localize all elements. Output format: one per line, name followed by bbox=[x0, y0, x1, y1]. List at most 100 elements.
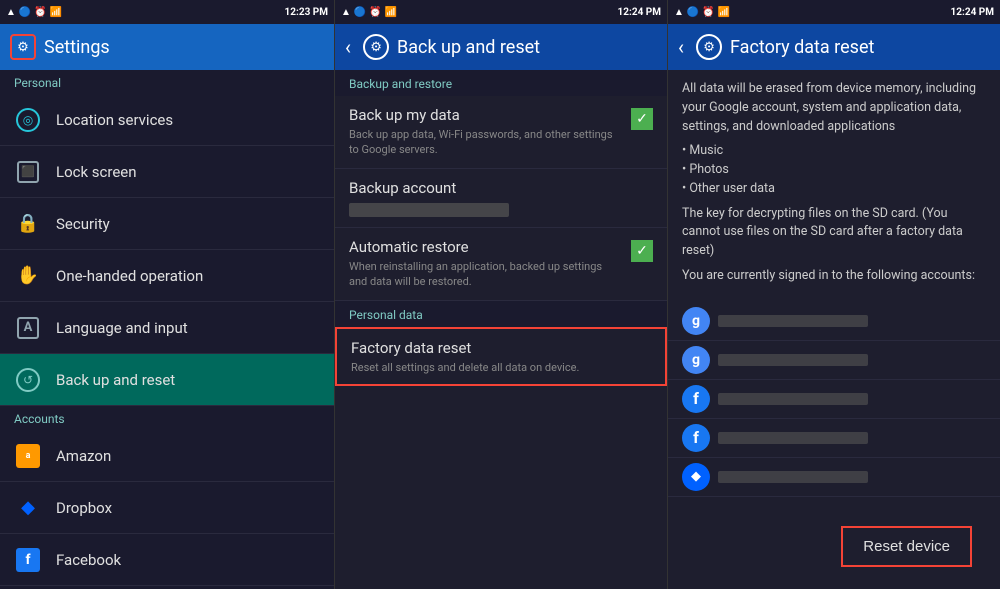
data-item-music: Music bbox=[682, 142, 986, 161]
back-arrow-2[interactable]: ‹ bbox=[345, 35, 351, 59]
status-left-3: ▲ 🔵 ⏰ 📶 bbox=[674, 7, 730, 18]
alarm-icon-2: ⏰ bbox=[369, 7, 381, 18]
security-label: Security bbox=[56, 215, 110, 233]
sd-card-text: The key for decrypting files on the SD c… bbox=[682, 205, 986, 261]
wifi-icon: 📶 bbox=[50, 7, 62, 18]
amazon-icon: a bbox=[14, 442, 42, 470]
data-item-photos: Photos bbox=[682, 161, 986, 180]
factory-data-reset-title: Factory data reset bbox=[351, 339, 651, 357]
wifi-icon-3: 📶 bbox=[718, 7, 730, 18]
time-3: 12:24 PM bbox=[951, 7, 994, 18]
factory-data-list: Music Photos Other user data bbox=[682, 142, 986, 198]
settings-list: Personal ◎ Location services ⬛ Lock scre… bbox=[0, 70, 334, 589]
account-email-5 bbox=[718, 471, 868, 483]
accounts-list: g g f f ◆ bbox=[668, 302, 1000, 505]
language-label: Language and input bbox=[56, 319, 188, 337]
google-icon-1: g bbox=[682, 307, 710, 335]
location-icon: ◎ bbox=[14, 106, 42, 134]
account-row-google-2: g bbox=[668, 341, 1000, 380]
factory-title: Factory data reset bbox=[730, 37, 874, 58]
status-right-2: 12:24 PM bbox=[618, 7, 661, 18]
backup-restore-header: Backup and restore bbox=[335, 70, 667, 96]
sidebar-item-onehanded[interactable]: ✋ One-handed operation bbox=[0, 250, 334, 302]
status-right-3: 12:24 PM bbox=[951, 7, 994, 18]
status-left-2: ▲ 🔵 ⏰ 📶 bbox=[341, 7, 397, 18]
sidebar-item-location[interactable]: ◎ Location services bbox=[0, 94, 334, 146]
sidebar-item-security[interactable]: 🔒 Security bbox=[0, 198, 334, 250]
backup-icon: ↺ bbox=[14, 366, 42, 394]
signed-in-text: You are currently signed in to the follo… bbox=[682, 267, 986, 286]
account-email-1 bbox=[718, 315, 868, 327]
automatic-restore-content: Automatic restore When reinstalling an a… bbox=[349, 238, 623, 290]
status-bar-3: ▲ 🔵 ⏰ 📶 12:24 PM bbox=[668, 0, 1000, 24]
status-bar-2: ▲ 🔵 ⏰ 📶 12:24 PM bbox=[335, 0, 667, 24]
accounts-header: Accounts bbox=[0, 406, 334, 430]
automatic-restore-item[interactable]: Automatic restore When reinstalling an a… bbox=[335, 228, 667, 301]
dropbox-account-icon: ◆ bbox=[682, 463, 710, 491]
sidebar-item-lockscreen[interactable]: ⬛ Lock screen bbox=[0, 146, 334, 198]
automatic-restore-desc: When reinstalling an application, backed… bbox=[349, 259, 623, 290]
account-email-4 bbox=[718, 432, 868, 444]
account-email-2 bbox=[718, 354, 868, 366]
time-1: 12:23 PM bbox=[285, 7, 328, 18]
factory-data-reset-desc: Reset all settings and delete all data o… bbox=[351, 361, 651, 374]
amazon-label: Amazon bbox=[56, 447, 111, 465]
account-row-dropbox: ◆ bbox=[668, 458, 1000, 497]
personal-data-header: Personal data bbox=[335, 301, 667, 327]
bt-icon: 🔵 bbox=[19, 7, 31, 18]
status-right-1: 12:23 PM bbox=[285, 7, 328, 18]
data-item-other: Other user data bbox=[682, 180, 986, 199]
dropbox-label: Dropbox bbox=[56, 499, 112, 517]
factory-content-area: All data will be erased from device memo… bbox=[668, 70, 1000, 589]
reset-device-button[interactable]: Reset device bbox=[841, 526, 972, 567]
sidebar-item-dropbox[interactable]: ◆ Dropbox bbox=[0, 482, 334, 534]
back-up-my-data-check[interactable]: ✓ bbox=[631, 108, 653, 130]
bt-icon-2: 🔵 bbox=[354, 7, 366, 18]
sidebar-item-language[interactable]: A Language and input bbox=[0, 302, 334, 354]
back-up-my-data-content: Back up my data Back up app data, Wi-Fi … bbox=[349, 106, 623, 158]
factory-data-reset-item[interactable]: Factory data reset Reset all settings an… bbox=[335, 327, 667, 386]
backup-account-title: Backup account bbox=[349, 179, 653, 197]
account-row-google-1: g bbox=[668, 302, 1000, 341]
back-arrow-3[interactable]: ‹ bbox=[678, 35, 684, 59]
facebook-account-icon-1: f bbox=[682, 385, 710, 413]
back-up-my-data-item[interactable]: Back up my data Back up app data, Wi-Fi … bbox=[335, 96, 667, 169]
back-up-my-data-title: Back up my data bbox=[349, 106, 623, 124]
account-row-facebook-1: f bbox=[668, 380, 1000, 419]
factory-title-icon: ⚙ bbox=[696, 34, 722, 60]
automatic-restore-title: Automatic restore bbox=[349, 238, 623, 256]
status-bar-1: ▲ 🔵 ⏰ 📶 12:23 PM bbox=[0, 0, 334, 24]
factory-title-bar: ‹ ⚙ Factory data reset bbox=[668, 24, 1000, 70]
backup-label: Back up and reset bbox=[56, 371, 175, 389]
signal-icon-2: ▲ bbox=[341, 7, 351, 18]
sidebar-item-backup[interactable]: ↺ Back up and reset bbox=[0, 354, 334, 406]
signal-icon: ▲ bbox=[6, 7, 16, 18]
location-label: Location services bbox=[56, 111, 173, 129]
facebook-icon: f bbox=[14, 546, 42, 574]
backup-panel: ▲ 🔵 ⏰ 📶 12:24 PM ‹ ⚙ Back up and reset B… bbox=[335, 0, 668, 589]
back-up-my-data-desc: Back up app data, Wi-Fi passwords, and o… bbox=[349, 127, 623, 158]
backup-content: Backup and restore Back up my data Back … bbox=[335, 70, 667, 589]
personal-header: Personal bbox=[0, 70, 334, 94]
backup-title-bar: ‹ ⚙ Back up and reset bbox=[335, 24, 667, 70]
backup-account-item[interactable]: Backup account bbox=[335, 169, 667, 228]
account-row-facebook-2: f bbox=[668, 419, 1000, 458]
backup-title: Back up and reset bbox=[397, 37, 540, 58]
sidebar-item-amazon[interactable]: a Amazon bbox=[0, 430, 334, 482]
google-icon-2: g bbox=[682, 346, 710, 374]
facebook-label: Facebook bbox=[56, 551, 121, 569]
security-icon: 🔒 bbox=[14, 210, 42, 238]
onehanded-icon: ✋ bbox=[14, 262, 42, 290]
factory-warning: All data will be erased from device memo… bbox=[668, 70, 1000, 302]
automatic-restore-check[interactable]: ✓ bbox=[631, 240, 653, 262]
onehanded-label: One-handed operation bbox=[56, 267, 203, 285]
language-icon: A bbox=[14, 314, 42, 342]
settings-title: Settings bbox=[44, 37, 110, 58]
settings-icon: ⚙ bbox=[10, 34, 36, 60]
backup-account-email bbox=[349, 203, 509, 217]
facebook-account-icon-2: f bbox=[682, 424, 710, 452]
account-email-3 bbox=[718, 393, 868, 405]
settings-panel: ▲ 🔵 ⏰ 📶 12:23 PM ⚙ Settings Personal ◎ L… bbox=[0, 0, 335, 589]
time-2: 12:24 PM bbox=[618, 7, 661, 18]
sidebar-item-facebook[interactable]: f Facebook bbox=[0, 534, 334, 586]
